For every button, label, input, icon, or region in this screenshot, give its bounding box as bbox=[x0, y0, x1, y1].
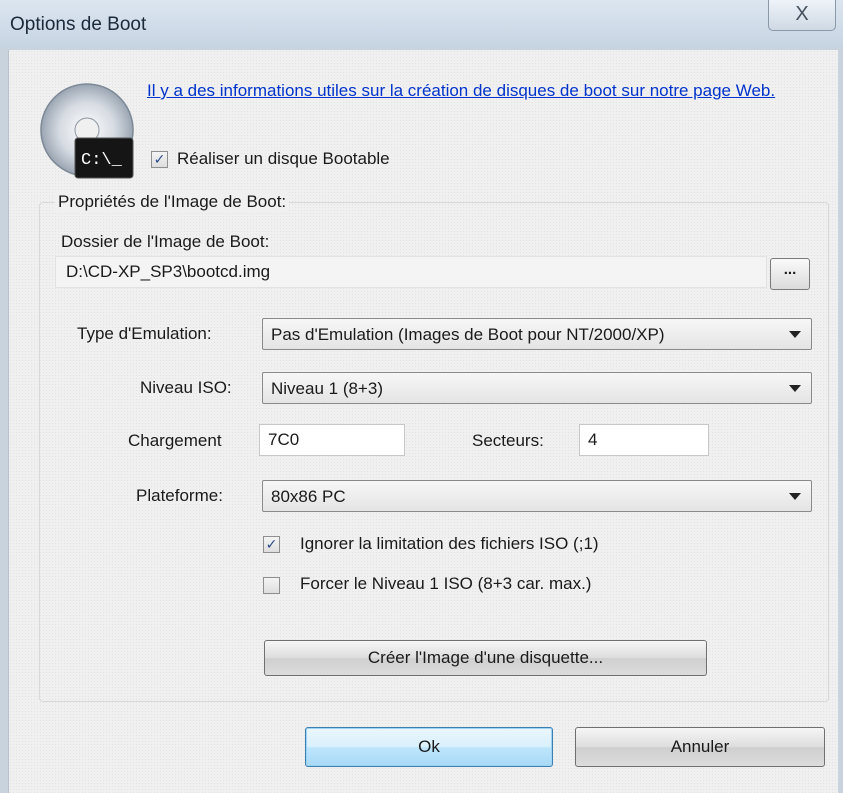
ok-button[interactable]: Ok bbox=[305, 727, 553, 767]
group-title: Propriétés de l'Image de Boot: bbox=[55, 192, 290, 212]
info-web-link[interactable]: Il y a des informations utiles sur la cr… bbox=[147, 78, 837, 103]
emulation-value: Pas d'Emulation (Images de Boot pour NT/… bbox=[271, 325, 665, 344]
emulation-select[interactable]: Pas d'Emulation (Images de Boot pour NT/… bbox=[262, 318, 812, 350]
boot-disc-icon: C:\_ bbox=[40, 83, 134, 179]
dialog-body: C:\_ Il y a des informations utiles sur … bbox=[8, 50, 838, 793]
emulation-label: Type d'Emulation: bbox=[77, 324, 212, 343]
platform-label: Plateforme: bbox=[136, 486, 223, 505]
load-input[interactable]: 7C0 bbox=[259, 424, 405, 456]
folder-label: Dossier de l'Image de Boot: bbox=[61, 232, 270, 251]
sectors-input[interactable]: 4 bbox=[579, 424, 709, 456]
bootable-checkbox[interactable]: ✓ bbox=[151, 151, 168, 168]
chevron-down-icon bbox=[789, 385, 801, 392]
iso-level-label: Niveau ISO: bbox=[140, 378, 232, 397]
chevron-down-icon bbox=[789, 331, 801, 338]
chevron-down-icon bbox=[789, 493, 801, 500]
close-button[interactable]: X bbox=[768, 0, 836, 31]
terminal-prompt: C:\_ bbox=[81, 151, 123, 170]
platform-select[interactable]: 80x86 PC bbox=[262, 480, 812, 512]
title-bar: Options de Boot X bbox=[0, 0, 843, 48]
load-label: Chargement bbox=[128, 431, 222, 450]
iso-level-value: Niveau 1 (8+3) bbox=[271, 379, 383, 398]
bootable-label: Réaliser un disque Bootable bbox=[177, 149, 390, 168]
folder-path-field[interactable]: D:\CD-XP_SP3\bootcd.img bbox=[55, 256, 767, 288]
ignore-iso-limit-checkbox[interactable]: ✓ bbox=[263, 536, 280, 553]
force-iso-level-label: Forcer le Niveau 1 ISO (8+3 car. max.) bbox=[300, 574, 592, 593]
ignore-iso-limit-label: Ignorer la limitation des fichiers ISO (… bbox=[300, 534, 599, 553]
window-title: Options de Boot bbox=[10, 14, 147, 35]
browse-button[interactable]: ... bbox=[770, 258, 810, 290]
sectors-label: Secteurs: bbox=[472, 431, 544, 450]
cancel-button[interactable]: Annuler bbox=[575, 727, 825, 767]
iso-level-select[interactable]: Niveau 1 (8+3) bbox=[262, 372, 812, 404]
force-iso-level-checkbox[interactable] bbox=[263, 577, 280, 594]
create-floppy-image-button[interactable]: Créer l'Image d'une disquette... bbox=[264, 640, 707, 676]
platform-value: 80x86 PC bbox=[271, 487, 346, 506]
